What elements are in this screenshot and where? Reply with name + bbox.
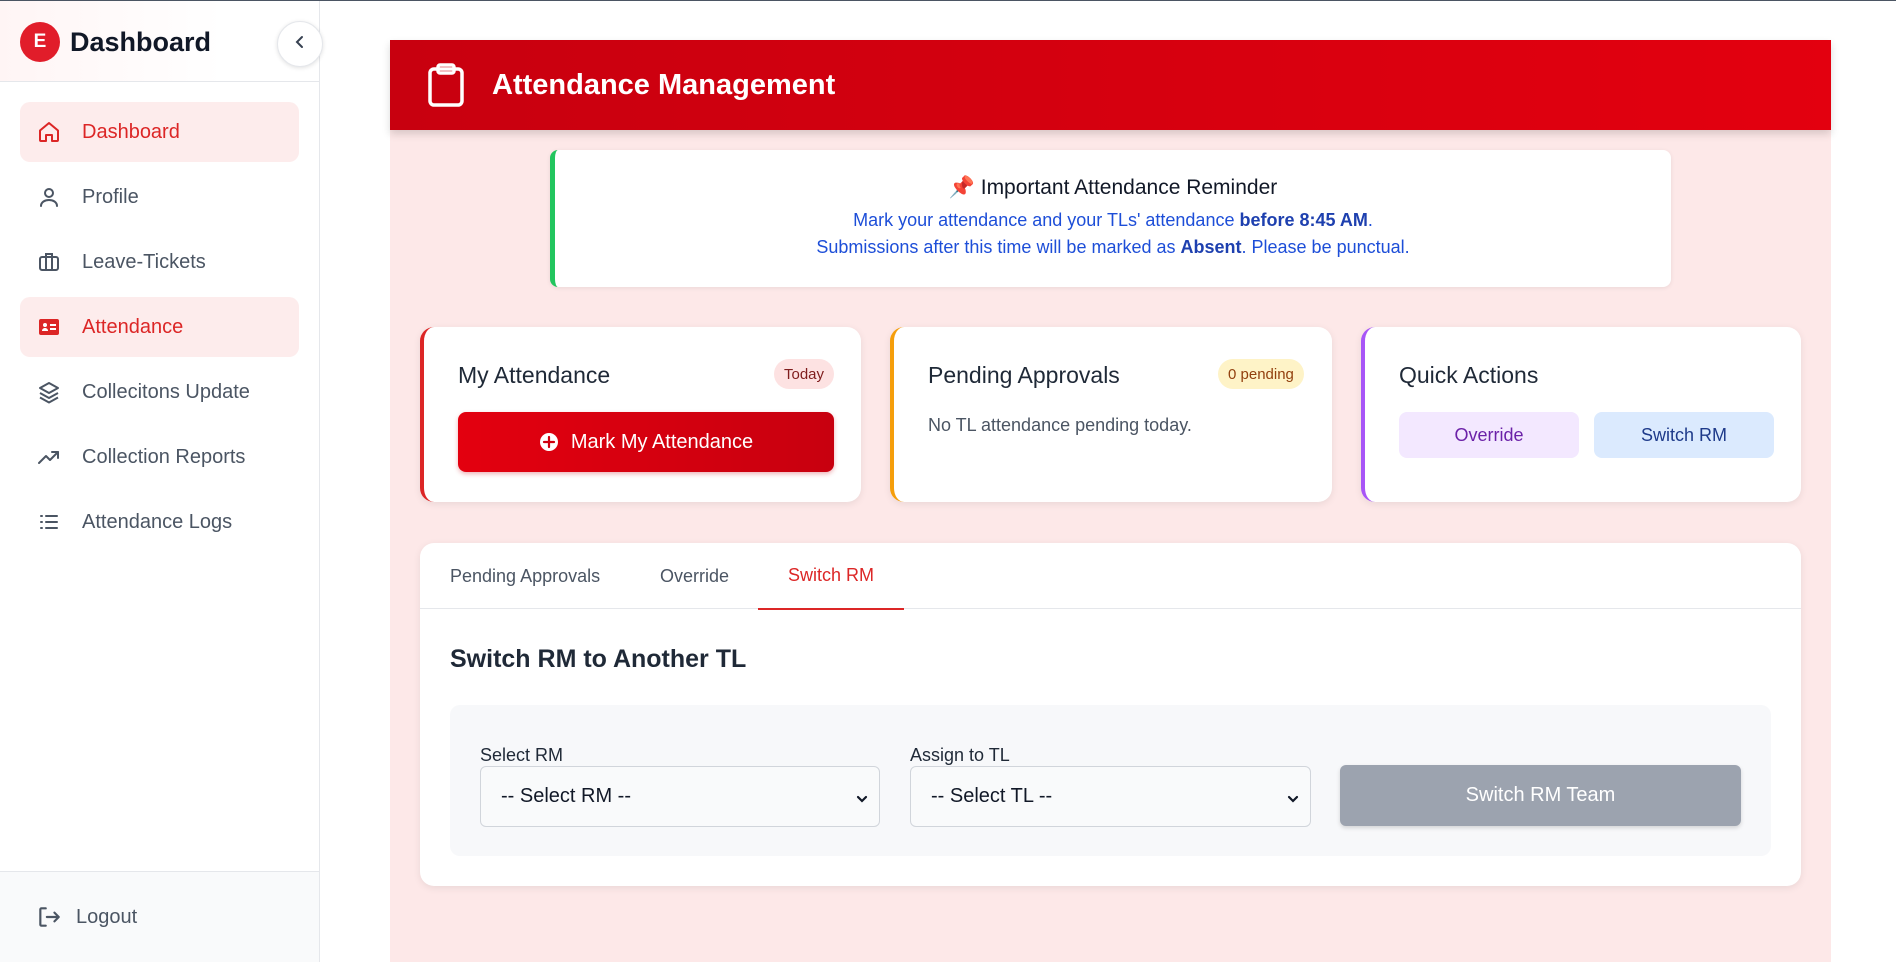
sidebar-collapse-button[interactable]	[277, 21, 323, 67]
quick-actions-card: Quick Actions Override Switch RM	[1361, 327, 1801, 502]
sidebar-item-collection-reports[interactable]: Collection Reports	[20, 427, 299, 487]
card-title: My Attendance	[458, 362, 611, 388]
assign-tl-label: Assign to TL	[910, 745, 1010, 765]
pin-icon: 📌	[948, 176, 975, 199]
sidebar: E Dashboard Dashboard Profile Leave-Tick…	[0, 1, 320, 962]
my-attendance-card: My Attendance Today Mark My Attendance	[420, 327, 861, 502]
reminder-deadline: before 8:45 AM	[1239, 210, 1368, 230]
reminder-title: 📌 Important Attendance Reminder	[555, 176, 1671, 200]
sidebar-item-attendance-logs[interactable]: Attendance Logs	[20, 492, 299, 552]
sidebar-item-label: Attendance	[82, 315, 184, 338]
home-icon	[36, 119, 62, 145]
sidebar-footer: Logout	[0, 871, 319, 962]
tab-bar: Pending Approvals Override Switch RM	[420, 543, 1801, 610]
user-icon	[36, 184, 62, 210]
page-title: Attendance Management	[492, 68, 836, 101]
select-rm-dropdown[interactable]: -- Select RM --	[480, 766, 880, 827]
sidebar-item-collections-update[interactable]: Collecitons Update	[20, 362, 299, 422]
tab-override[interactable]: Override	[660, 543, 729, 609]
chevron-down-icon	[1286, 789, 1300, 803]
tab-panel: Pending Approvals Override Switch RM Swi…	[420, 543, 1801, 886]
card-title: Quick Actions	[1399, 362, 1539, 388]
briefcase-icon	[36, 249, 62, 275]
sidebar-item-label: Dashboard	[82, 120, 180, 143]
pending-count-badge: 0 pending	[1218, 359, 1304, 389]
card-title: Pending Approvals	[928, 362, 1120, 388]
page-header: Attendance Management	[390, 40, 1831, 130]
mark-attendance-label: Mark My Attendance	[570, 430, 754, 453]
switch-rm-title: Switch RM to Another TL	[450, 645, 747, 673]
pending-approvals-card: Pending Approvals 0 pending No TL attend…	[890, 327, 1332, 502]
chevron-left-icon	[292, 34, 308, 55]
sidebar-item-label: Attendance Logs	[82, 510, 233, 533]
override-button[interactable]: Override	[1399, 412, 1579, 458]
tab-switch-rm[interactable]: Switch RM	[758, 543, 905, 610]
sidebar-item-label: Collection Reports	[82, 445, 246, 468]
select-rm-value: -- Select RM --	[501, 785, 631, 807]
plus-circle-icon	[539, 432, 559, 452]
trending-up-icon	[36, 444, 62, 470]
tab-pending-approvals[interactable]: Pending Approvals	[450, 543, 600, 609]
sidebar-item-label: Profile	[82, 185, 139, 208]
sidebar-item-label: Collecitons Update	[82, 380, 250, 403]
layers-icon	[36, 379, 62, 405]
chevron-down-icon	[855, 789, 869, 803]
sidebar-item-attendance[interactable]: Attendance	[20, 297, 299, 357]
switch-rm-team-button[interactable]: Switch RM Team	[1340, 765, 1741, 826]
sidebar-item-label: Leave-Tickets	[82, 250, 206, 273]
mark-attendance-button[interactable]: Mark My Attendance	[458, 412, 834, 472]
brand-logo: E	[20, 22, 60, 62]
sidebar-header: E Dashboard	[0, 1, 319, 82]
sidebar-item-dashboard[interactable]: Dashboard	[20, 102, 299, 162]
logout-label: Logout	[76, 905, 138, 928]
clipboard-icon	[426, 62, 466, 108]
switch-rm-button[interactable]: Switch RM	[1594, 412, 1774, 458]
reminder-absent: Absent	[1180, 237, 1242, 257]
reminder-line-1: Mark your attendance and your TLs' atten…	[853, 210, 1373, 230]
select-tl-dropdown[interactable]: -- Select TL --	[910, 766, 1311, 827]
sidebar-nav: Dashboard Profile Leave-Tickets Attendan…	[20, 102, 299, 557]
sidebar-item-leave-tickets[interactable]: Leave-Tickets	[20, 232, 299, 292]
pending-empty-text: No TL attendance pending today.	[928, 415, 1192, 435]
select-rm-label: Select RM	[480, 745, 564, 765]
reminder-line-2: Submissions after this time will be mark…	[816, 237, 1410, 257]
switch-rm-form: Select RM -- Select RM -- Assign to TL -…	[450, 705, 1771, 856]
attendance-reminder: 📌 Important Attendance Reminder Mark you…	[550, 150, 1671, 287]
brand-title: Dashboard	[70, 27, 212, 57]
today-badge: Today	[774, 359, 835, 389]
select-tl-value: -- Select TL --	[931, 785, 1053, 807]
id-card-icon	[36, 314, 62, 340]
sidebar-item-profile[interactable]: Profile	[20, 167, 299, 227]
list-icon	[36, 509, 62, 535]
logout-button[interactable]: Logout	[36, 904, 137, 930]
reminder-title-text: Important Attendance Reminder	[980, 176, 1278, 199]
logout-icon	[36, 904, 62, 930]
